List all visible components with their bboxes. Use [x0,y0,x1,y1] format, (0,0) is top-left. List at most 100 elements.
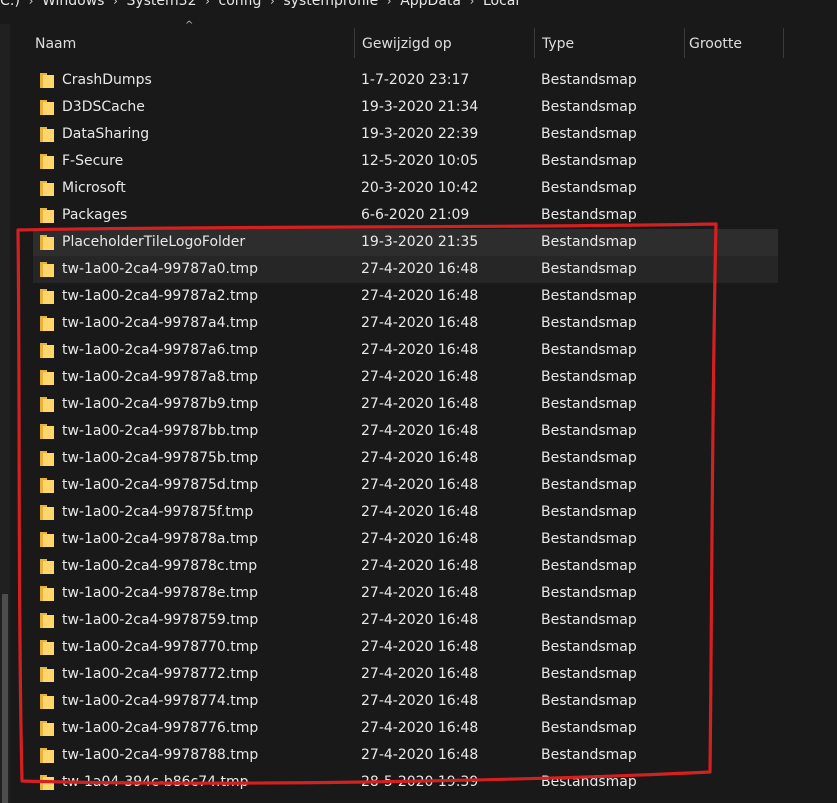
folder-icon [40,694,54,709]
column-divider[interactable] [783,28,784,58]
file-name: D3DSCache [62,99,145,115]
file-type: Bestandsmap [541,315,637,331]
file-type: Bestandsmap [541,747,637,763]
list-item[interactable]: tw-1a00-2ca4-99787b9.tmp 27-4-2020 16:48 B… [33,391,778,418]
file-name: tw-1a00-2ca4-99787bb.tmp [62,423,259,439]
list-item[interactable]: tw-1a00-2ca4-99787a8.tmp 27-4-2020 16:48 B… [33,364,778,391]
modified-date: 27-4-2020 16:48 [361,720,479,736]
list-item[interactable]: tw-1a00-2ca4-9978788.tmp 27-4-2020 16:48 B… [33,742,778,769]
list-item[interactable]: Packages 6-6-2020 21:09 Bestandsmap [33,202,778,229]
modified-date: 27-4-2020 16:48 [361,612,479,628]
file-type: Bestandsmap [541,99,637,115]
column-header-type[interactable]: Type [534,26,682,62]
file-name: tw-1a00-2ca4-997875d.tmp [62,477,259,493]
file-type: Bestandsmap [541,504,637,520]
file-name: tw-1a00-2ca4-9978776.tmp [62,720,259,736]
file-name: tw-1a00-2ca4-99787a6.tmp [62,342,258,358]
list-item[interactable]: tw-1a04-394c-b86c74.tmp 28-5-2020 19:39 Be… [33,769,778,796]
breadcrumb-item-drive[interactable]: C:) [0,0,20,9]
breadcrumb-item-windows[interactable]: Windows [42,0,105,9]
list-item[interactable]: tw-1a00-2ca4-99787a0.tmp 27-4-2020 16:48 B… [33,256,778,283]
modified-date: 28-5-2020 19:39 [361,774,479,790]
chevron-right-icon[interactable]: › [203,0,213,8]
list-item[interactable]: Microsoft 20-3-2020 10:42 Bestandsmap [33,175,778,202]
navigation-pane-edge [0,24,10,803]
list-item[interactable]: tw-1a00-2ca4-99787a4.tmp 27-4-2020 16:48 B… [33,310,778,337]
column-header-name[interactable]: Naam [27,26,353,62]
modified-date: 27-4-2020 16:48 [361,558,479,574]
list-item[interactable]: tw-1a00-2ca4-9978774.tmp 27-4-2020 16:48 B… [33,688,778,715]
breadcrumb-item-system32[interactable]: System32 [126,0,196,9]
list-item[interactable]: tw-1a00-2ca4-997875f.tmp 27-4-2020 16:48 B… [33,499,778,526]
list-item[interactable]: tw-1a00-2ca4-99787bb.tmp 27-4-2020 16:48 B… [33,418,778,445]
list-item[interactable]: tw-1a00-2ca4-997875b.tmp 27-4-2020 16:48 B… [33,445,778,472]
modified-date: 27-4-2020 16:48 [361,315,479,331]
chevron-right-icon[interactable]: › [26,0,36,8]
folder-icon [40,559,54,574]
folder-icon [40,127,54,142]
list-item[interactable]: tw-1a00-2ca4-99787a2.tmp 27-4-2020 16:48 B… [33,283,778,310]
chevron-right-icon[interactable]: › [384,0,394,8]
column-header-size[interactable]: Grootte [681,26,789,62]
chevron-right-icon[interactable]: › [467,0,477,8]
modified-date: 6-6-2020 21:09 [361,207,470,223]
list-item[interactable]: D3DSCache 19-3-2020 21:34 Bestandsmap [33,94,778,121]
list-item[interactable]: tw-1a00-2ca4-9978772.tmp 27-4-2020 16:48 B… [33,661,778,688]
folder-icon [40,181,54,196]
list-item[interactable]: tw-1a00-2ca4-9978759.tmp 27-4-2020 16:48 B… [33,607,778,634]
list-item[interactable]: tw-1a00-2ca4-9978776.tmp 27-4-2020 16:48 B… [33,715,778,742]
modified-date: 19-3-2020 21:35 [361,234,479,250]
file-type: Bestandsmap [541,531,637,547]
file-type: Bestandsmap [541,288,637,304]
breadcrumb-item-appdata[interactable]: AppData [400,0,461,9]
list-item[interactable]: tw-1a00-2ca4-9978770.tmp 27-4-2020 16:48 B… [33,634,778,661]
folder-icon [40,397,54,412]
modified-date: 27-4-2020 16:48 [361,288,479,304]
list-item[interactable]: tw-1a00-2ca4-997878e.tmp 27-4-2020 16:48 B… [33,580,778,607]
list-item[interactable]: PlaceholderTileLogoFolder 19-3-2020 21:35… [33,229,778,256]
modified-date: 19-3-2020 22:39 [361,126,479,142]
file-type: Bestandsmap [541,126,637,142]
list-item[interactable]: F-Secure 12-5-2020 10:05 Bestandsmap [33,148,778,175]
folder-icon [40,748,54,763]
file-type: Bestandsmap [541,342,637,358]
file-type: Bestandsmap [541,396,637,412]
folder-icon [40,586,54,601]
file-name: tw-1a00-2ca4-99787a8.tmp [62,369,258,385]
modified-date: 27-4-2020 16:48 [361,450,479,466]
list-item[interactable]: tw-1a00-2ca4-99787a6.tmp 27-4-2020 16:48 B… [33,337,778,364]
folder-icon [40,73,54,88]
file-name: tw-1a00-2ca4-997875b.tmp [62,450,259,466]
file-name: tw-1a00-2ca4-9978759.tmp [62,612,259,628]
modified-date: 27-4-2020 16:48 [361,396,479,412]
column-header-modified[interactable]: Gewijzigd op [354,26,532,62]
folder-icon [40,613,54,628]
file-name: tw-1a04-394c-b86c74.tmp [62,774,249,790]
list-item[interactable]: tw-1a00-2ca4-997878a.tmp 27-4-2020 16:48 B… [33,526,778,553]
navigation-scrollbar-thumb[interactable] [2,594,8,803]
file-explorer-window: C:) › Windows › System32 › config › syst… [0,0,837,803]
list-item[interactable]: CrashDumps 1-7-2020 23:17 Bestandsmap [33,67,778,94]
file-name: PlaceholderTileLogoFolder [62,234,246,250]
file-type: Bestandsmap [541,477,637,493]
list-item[interactable]: tw-1a00-2ca4-997878c.tmp 27-4-2020 16:48 B… [33,553,778,580]
chevron-right-icon[interactable]: › [267,0,277,8]
file-name: tw-1a00-2ca4-9978770.tmp [62,639,259,655]
folder-icon [40,424,54,439]
folder-icon [40,721,54,736]
breadcrumb: C:) › Windows › System32 › config › syst… [0,0,837,11]
file-name: DataSharing [62,126,150,142]
folder-icon [40,451,54,466]
modified-date: 20-3-2020 10:42 [361,180,479,196]
list-item[interactable]: tw-1a00-2ca4-997875d.tmp 27-4-2020 16:48 B… [33,472,778,499]
chevron-right-icon[interactable]: › [110,0,120,8]
file-name: tw-1a00-2ca4-99787a0.tmp [62,261,258,277]
breadcrumb-item-systemprofile[interactable]: systemprofile [283,0,378,9]
folder-icon [40,100,54,115]
list-item[interactable]: DataSharing 19-3-2020 22:39 Bestandsmap [33,121,778,148]
breadcrumb-item-config[interactable]: config [219,0,262,9]
file-name: F-Secure [62,153,124,169]
breadcrumb-item-local[interactable]: Local [483,0,519,9]
file-type: Bestandsmap [541,261,637,277]
file-name: Microsoft [62,180,126,196]
